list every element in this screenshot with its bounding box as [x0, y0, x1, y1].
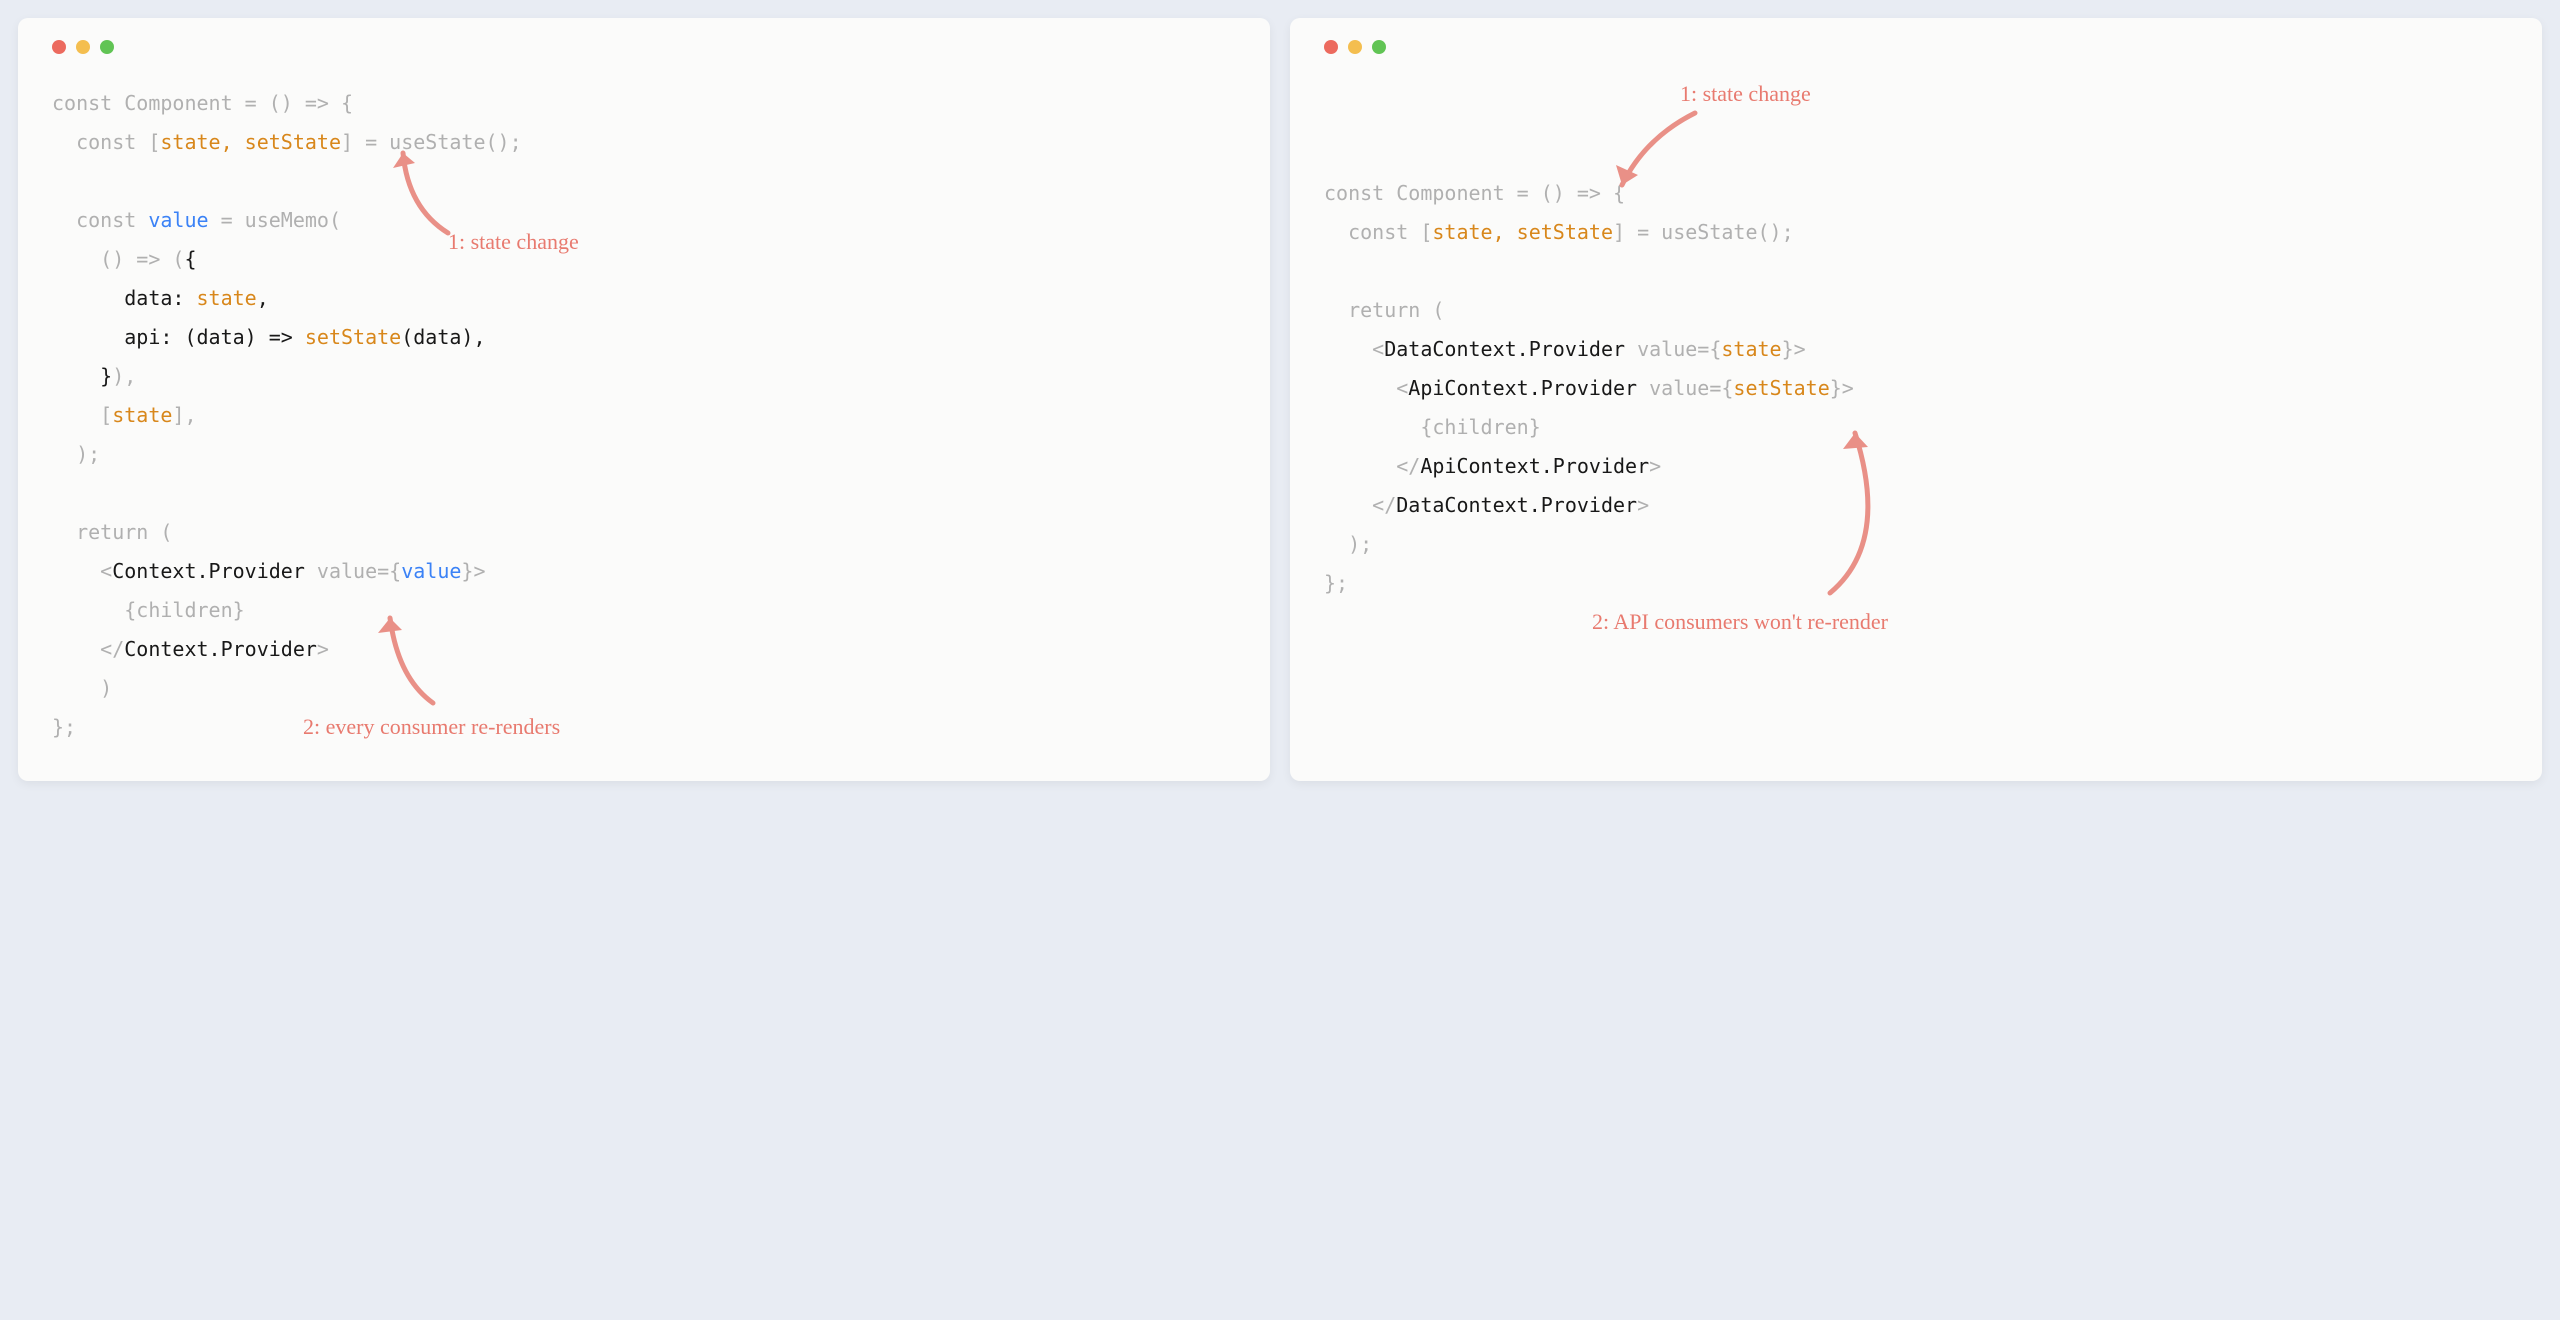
- close-icon[interactable]: [1324, 40, 1338, 54]
- code-block-right: const Component = () => { const [state, …: [1324, 174, 2514, 603]
- close-icon[interactable]: [52, 40, 66, 54]
- minimize-icon[interactable]: [76, 40, 90, 54]
- maximize-icon[interactable]: [100, 40, 114, 54]
- minimize-icon[interactable]: [1348, 40, 1362, 54]
- code-panel-left: const Component = () => { const [state, …: [18, 18, 1270, 781]
- code-panel-right: const Component = () => { const [state, …: [1290, 18, 2542, 781]
- window-controls: [1324, 40, 2514, 54]
- annotation-api-consumers: 2: API consumers won't re-render: [1592, 608, 1888, 636]
- window-controls: [52, 40, 1242, 54]
- code-block-left: const Component = () => { const [state, …: [52, 84, 1242, 747]
- maximize-icon[interactable]: [1372, 40, 1386, 54]
